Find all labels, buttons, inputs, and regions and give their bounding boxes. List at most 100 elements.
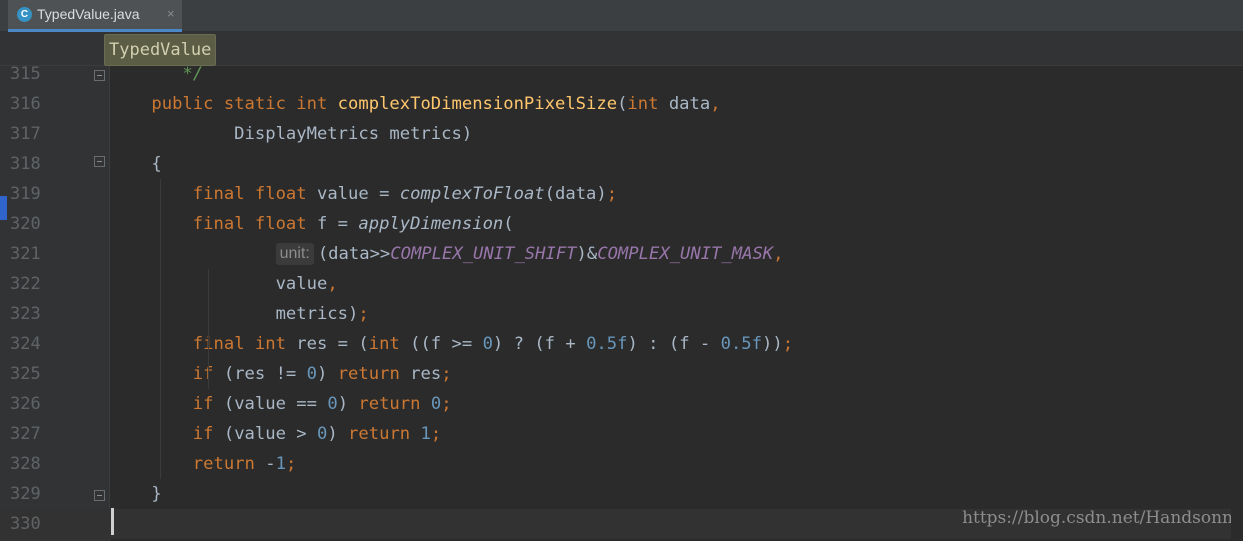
indent-guide [208, 269, 209, 389]
line-number: 326 [10, 394, 41, 414]
code-line[interactable]: 319 final float value = complexToFloat(d… [0, 179, 1243, 209]
code-token: ; [441, 394, 452, 414]
code-line[interactable]: 329 } [0, 479, 1243, 509]
code-token: data [668, 94, 711, 114]
code-text: unit: (data>>COMPLEX_UNIT_SHIFT)&COMPLEX_… [110, 239, 784, 269]
fold-icon[interactable] [94, 490, 105, 501]
java-class-icon: C [17, 7, 32, 22]
code-text: */ [110, 66, 203, 89]
code-token: if [192, 424, 224, 444]
code-line[interactable]: 323 metrics); [0, 299, 1243, 329]
code-line[interactable]: 316 public static int complexToDimension… [0, 89, 1243, 119]
line-number: 328 [10, 454, 41, 474]
code-token: 0 [430, 394, 442, 414]
code-token: 1 [420, 424, 431, 444]
code-line[interactable]: 328 return -1; [0, 449, 1243, 479]
line-number: 322 [10, 274, 41, 294]
code-token: (value == [223, 394, 328, 414]
code-token: (data) [544, 184, 607, 204]
parameter-hint: unit: [275, 243, 314, 265]
code-token: ) [337, 394, 359, 414]
code-token: ; [441, 364, 452, 384]
breadcrumb-bar: TypedValue [0, 32, 1243, 66]
code-token: 0 [482, 334, 493, 354]
code-token: complexToDimensionPixelSize [337, 94, 618, 114]
indent-guide [160, 179, 161, 479]
code-token: (res != [223, 364, 307, 384]
code-token: ; [358, 304, 369, 324]
code-text: metrics); [110, 299, 369, 329]
tab-title: TypedValue.java [37, 6, 140, 22]
code-text: if (res != 0) return res; [110, 359, 452, 389]
line-number: 317 [10, 124, 41, 144]
line-number: 327 [10, 424, 41, 444]
code-text: value, [110, 269, 338, 299]
code-token: (value > [223, 424, 317, 444]
code-token: ) ? (f + [492, 334, 587, 354]
code-text: { [110, 149, 162, 179]
close-icon[interactable]: × [167, 6, 175, 21]
code-token: final float [192, 214, 317, 234]
code-token: } [110, 484, 162, 504]
tab-typedvalue-java[interactable]: C TypedValue.java × [8, 0, 182, 32]
code-token: , [710, 94, 721, 114]
code-line[interactable]: 317 DisplayMetrics metrics) [0, 119, 1243, 149]
code-text: } [110, 479, 162, 509]
code-text: if (value == 0) return 0; [110, 389, 452, 419]
code-token: metrics) [110, 304, 359, 324]
code-line[interactable]: 315 */ [0, 66, 1243, 89]
fold-icon[interactable] [94, 156, 105, 167]
line-number: 318 [10, 154, 41, 174]
code-line[interactable]: 318 { [0, 149, 1243, 179]
code-token: DisplayMetrics metrics) [110, 124, 473, 144]
code-token: final float [192, 184, 317, 204]
code-line[interactable]: 321 unit: (data>>COMPLEX_UNIT_SHIFT)&COMP… [0, 239, 1243, 269]
code-token: (data>> [317, 244, 391, 264]
code-token: ; [782, 334, 794, 354]
code-token: - [265, 454, 276, 474]
code-line[interactable]: 322 value, [0, 269, 1243, 299]
code-token: */ [110, 66, 204, 84]
code-token: if [192, 394, 224, 414]
code-token: 0 [316, 424, 328, 444]
code-token: res = ( [296, 334, 369, 354]
breadcrumb-class[interactable]: TypedValue [104, 34, 217, 66]
code-line[interactable]: 326 if (value == 0) return 0; [0, 389, 1243, 419]
code-token: COMPLEX_UNIT_SHIFT [390, 244, 577, 264]
code-token: complexToFloat [399, 184, 545, 204]
line-number: 329 [10, 484, 41, 504]
code-token: ( [617, 94, 628, 114]
code-line[interactable]: 325 if (res != 0) return res; [0, 359, 1243, 389]
code-line[interactable]: 327 if (value > 0) return 1; [0, 419, 1243, 449]
vertical-scrollbar[interactable] [1231, 66, 1243, 541]
line-number: 324 [10, 334, 41, 354]
code-token: int [627, 94, 669, 114]
code-token: return [358, 394, 431, 414]
code-token: ; [606, 184, 618, 204]
code-token: )& [576, 244, 598, 264]
code-editor[interactable]: 315 */316 public static int complexToDim… [0, 66, 1243, 541]
code-token: ; [430, 424, 442, 444]
code-text: public static int complexToDimensionPixe… [110, 89, 721, 119]
code-token: value [110, 274, 328, 294]
code-token: f = [316, 214, 359, 234]
line-number: 320 [10, 214, 41, 234]
code-token: ) [327, 424, 349, 444]
fold-icon[interactable] [94, 70, 105, 81]
code-token: 0.5f [586, 334, 628, 354]
code-text: return -1; [110, 449, 297, 479]
code-token: public static int [151, 94, 338, 114]
code-line[interactable]: 320 final float f = applyDimension( [0, 209, 1243, 239]
code-text: final float f = applyDimension( [110, 209, 514, 239]
code-token: res [410, 364, 442, 384]
line-number: 325 [10, 364, 41, 384]
line-number: 330 [10, 514, 41, 534]
code-token: { [110, 154, 162, 174]
code-line[interactable]: 324 final int res = (int ((f >= 0) ? (f … [0, 329, 1243, 359]
